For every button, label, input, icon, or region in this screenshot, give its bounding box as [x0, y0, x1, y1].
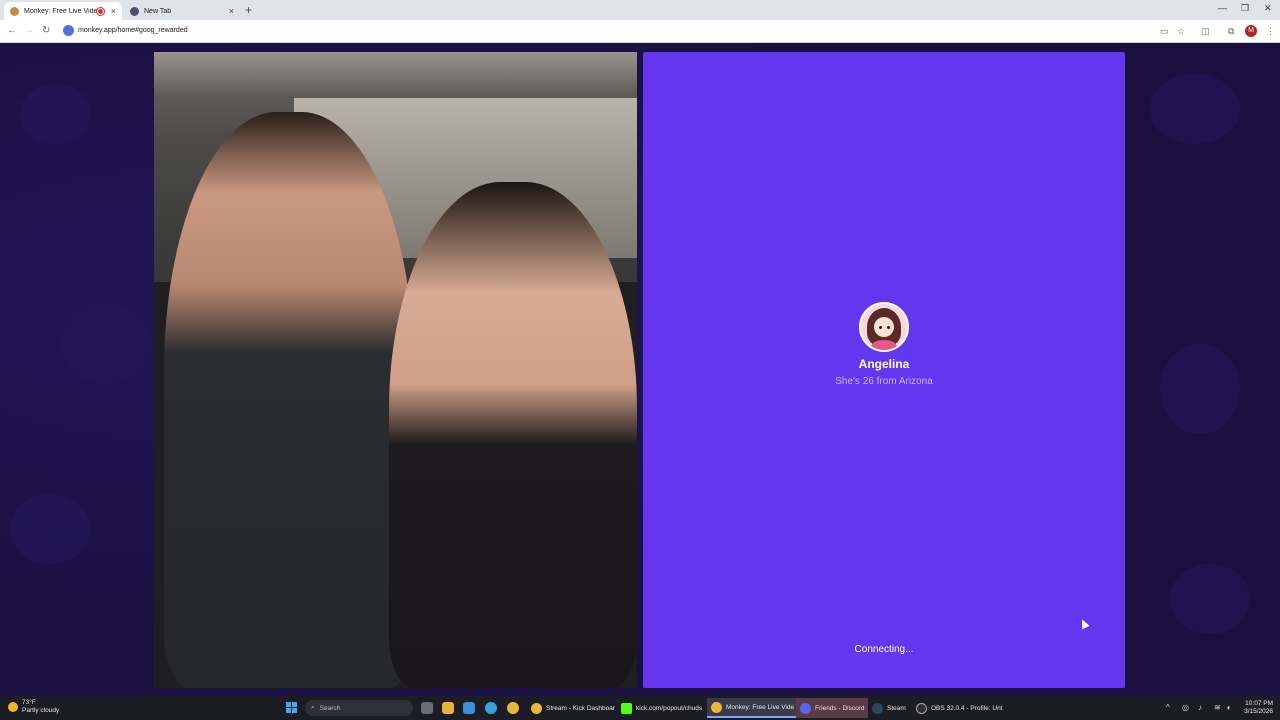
- background-blob: [10, 494, 90, 564]
- file-explorer-icon[interactable]: [442, 702, 454, 714]
- taskbar-item-obs[interactable]: OBS 32.0.4 - Profile: Unt: [912, 698, 1007, 718]
- search-placeholder: Search: [319, 704, 341, 712]
- cast-icon[interactable]: ▭: [1160, 26, 1169, 37]
- taskbar-item-label: Steam: [887, 704, 906, 712]
- avatar-body: [871, 340, 897, 350]
- steam-icon: [872, 702, 883, 714]
- obs-icon: [916, 702, 927, 714]
- browser-toolbar: [0, 20, 1280, 43]
- chrome-icon: [711, 701, 722, 713]
- taskbar-item-label: kick.com/popout/chuds: [636, 704, 703, 712]
- weather-condition: Partly cloudy: [22, 707, 60, 714]
- site-info-icon[interactable]: [63, 25, 74, 36]
- bookmark-star-icon[interactable]: ☆: [1177, 26, 1185, 37]
- avatar-eye: [879, 326, 882, 329]
- extensions-icon[interactable]: ⧉: [1228, 26, 1234, 37]
- connection-status: Connecting...: [854, 644, 914, 655]
- avatar-eye: [887, 326, 890, 329]
- close-tab-icon[interactable]: ×: [229, 6, 234, 16]
- background-blob: [20, 84, 90, 144]
- clock-time: 10:07 PM: [1245, 700, 1273, 707]
- taskbar: 73°F Partly cloudy ⌕ Search Stream - Kic…: [0, 696, 1280, 720]
- match-name: Angelina: [858, 357, 910, 371]
- taskbar-search[interactable]: ⌕ Search: [305, 700, 413, 716]
- taskbar-item-kick-popout[interactable]: kick.com/popout/chuds: [617, 698, 706, 718]
- taskbar-item-label: Stream - Kick Dashboar: [546, 704, 615, 712]
- weather-widget[interactable]: 73°F Partly cloudy: [8, 699, 59, 715]
- profile-avatar[interactable]: M: [1245, 25, 1257, 37]
- task-view-icon[interactable]: [421, 702, 433, 714]
- search-icon: ⌕: [311, 704, 315, 711]
- new-tab-button[interactable]: +: [245, 3, 252, 17]
- restore-icon[interactable]: ❐: [1241, 3, 1249, 14]
- tray-app-icon[interactable]: ◎: [1182, 703, 1189, 712]
- window-close-icon[interactable]: ✕: [1264, 3, 1272, 14]
- forward-icon[interactable]: →: [24, 25, 34, 36]
- taskbar-item-label: Friends - Discord: [815, 704, 865, 712]
- taskbar-item-monkey[interactable]: Monkey: Free Live Vide: [707, 698, 799, 718]
- back-icon[interactable]: ←: [7, 25, 17, 36]
- monkey-app-page: Angelina She's 26 from Arizona Connectin…: [0, 44, 1280, 696]
- taskbar-item-kick-dashboard[interactable]: Stream - Kick Dashboar: [527, 698, 619, 718]
- kitchen-counter: [154, 52, 637, 98]
- start-button-icon[interactable]: [286, 702, 297, 713]
- tab-new-tab[interactable]: New Tab ×: [124, 2, 240, 20]
- remote-video-panel: Angelina She's 26 from Arizona Connectin…: [643, 52, 1125, 688]
- side-panel-icon[interactable]: ◫: [1201, 26, 1210, 37]
- wifi-icon[interactable]: ≋: [1214, 703, 1221, 712]
- person-right: [389, 182, 637, 688]
- background-blob: [1150, 74, 1240, 144]
- recording-icon: [97, 7, 104, 15]
- discord-icon: [800, 702, 811, 714]
- edge-icon[interactable]: [485, 702, 497, 714]
- tab-title: New Tab: [144, 7, 172, 15]
- taskbar-item-label: Monkey: Free Live Vide: [726, 703, 795, 711]
- match-avatar: [859, 302, 909, 352]
- local-video-feed: [154, 52, 637, 688]
- system-clock[interactable]: 10:07 PM 3/15/2026: [1237, 700, 1273, 716]
- chrome-icon[interactable]: [507, 702, 519, 714]
- browser-tab-strip: Monkey: Free Live Video Ch × New Tab × +…: [0, 0, 1280, 20]
- taskbar-item-discord[interactable]: Friends - Discord: [796, 698, 869, 718]
- reload-icon[interactable]: ↻: [42, 25, 50, 36]
- volume-icon[interactable]: ◖: [1226, 703, 1231, 712]
- avatar-face: [874, 317, 894, 337]
- match-subtitle: She's 26 from Arizona: [835, 376, 933, 387]
- monkey-favicon-icon: [10, 6, 19, 16]
- new-tab-favicon-icon: [130, 6, 139, 16]
- person-left: [164, 112, 414, 688]
- weather-icon: [8, 702, 18, 712]
- store-icon[interactable]: [463, 702, 475, 714]
- taskbar-item-label: OBS 32.0.4 - Profile: Unt: [931, 704, 1003, 712]
- close-tab-icon[interactable]: ×: [111, 6, 116, 16]
- background-blob: [1160, 344, 1240, 434]
- kick-icon: [621, 702, 632, 714]
- chrome-icon: [531, 702, 542, 714]
- minimize-icon[interactable]: —: [1218, 3, 1227, 13]
- taskbar-item-steam[interactable]: Steam: [868, 698, 910, 718]
- tray-overflow-icon[interactable]: ^: [1166, 703, 1170, 712]
- microphone-icon[interactable]: ♪: [1198, 703, 1202, 712]
- menu-kebab-icon[interactable]: ⋮: [1266, 26, 1275, 37]
- background-blob: [1170, 564, 1250, 634]
- clock-date: 3/15/2026: [1244, 708, 1273, 715]
- tab-monkey[interactable]: Monkey: Free Live Video Ch ×: [4, 2, 122, 20]
- weather-temp: 73°F: [22, 699, 36, 706]
- address-bar[interactable]: monkey.app/home#goog_rewarded: [78, 27, 188, 34]
- tab-title: Monkey: Free Live Video Ch: [24, 7, 98, 15]
- background-blob: [60, 304, 150, 384]
